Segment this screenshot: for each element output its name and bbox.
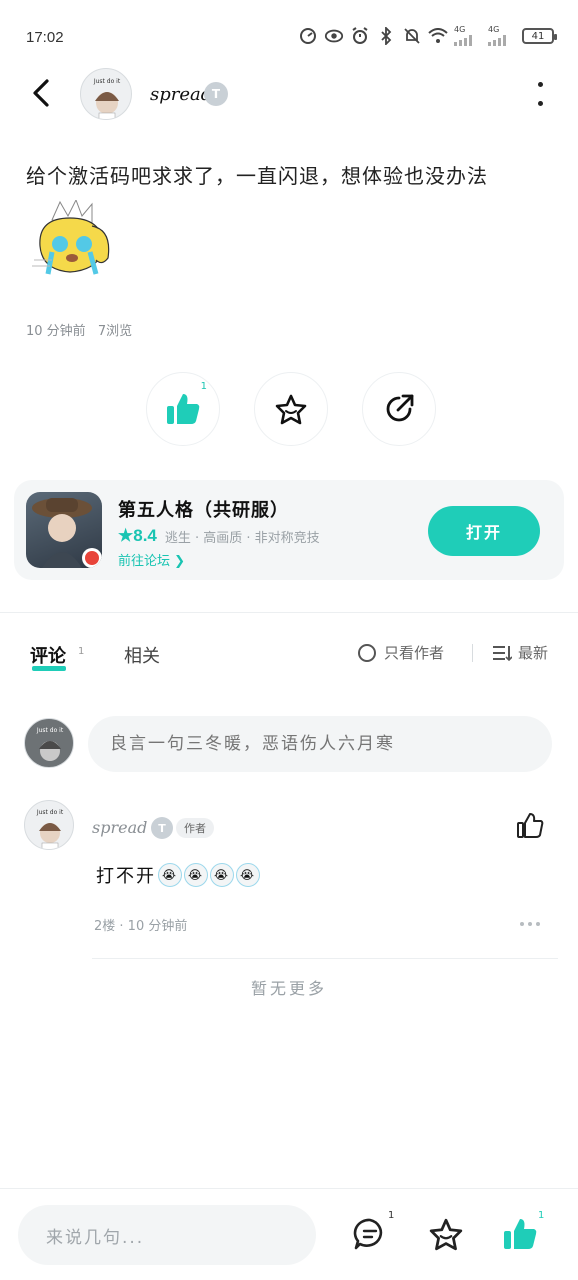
thumbs-up-icon (504, 1219, 537, 1249)
thumbs-up-icon (167, 394, 200, 424)
back-button[interactable] (24, 76, 58, 110)
comment-tabs: 评论 1 相关 只看作者 最新 (0, 640, 578, 680)
game-tags: 逃生 · 高画质 · 非对称竞技 (164, 530, 320, 546)
comments-button[interactable] (350, 1214, 390, 1254)
section-divider (0, 612, 578, 613)
alarm-icon (350, 26, 370, 46)
comment-text: 打不开 😭 😭 😭 😭 (96, 862, 260, 888)
mute-bell-icon (402, 26, 422, 46)
signal-icon-2: 4G (488, 26, 516, 46)
rating-value: 8.4 (133, 526, 157, 545)
comment-like-button[interactable] (516, 812, 544, 840)
open-game-button[interactable]: 打开 (428, 506, 540, 556)
tab-comments-count: 1 (78, 646, 85, 657)
chevron-left-icon (33, 79, 49, 107)
my-avatar: Just do it (24, 718, 74, 768)
star-icon (275, 394, 307, 425)
author-only-label: 只看作者 (384, 644, 445, 662)
battery-icon: 41 (522, 28, 557, 44)
comment-author-avatar[interactable]: Just do it (24, 800, 74, 850)
wifi-icon (428, 26, 448, 46)
game-card[interactable]: 第五人格（共研服） ★8.4 逃生 · 高画质 · 非对称竞技 前往论坛 ❯ 打… (14, 480, 564, 580)
active-tab-indicator (32, 666, 66, 671)
likes-count: 1 (538, 1210, 545, 1221)
no-more-text: 暂无更多 (250, 979, 327, 998)
like-bottom-button[interactable] (500, 1214, 540, 1254)
sort-label: 最新 (518, 644, 549, 662)
post-text: 给个激活码吧求求了，一直闪退，想体验也没办法 (26, 164, 488, 188)
dot (528, 922, 532, 926)
more-options-button[interactable] (534, 82, 546, 106)
post-meta: 10 分钟前 7浏览 (26, 320, 132, 339)
status-icons: 4G 4G 41 (298, 26, 557, 46)
favorite-bottom-button[interactable] (426, 1214, 466, 1254)
game-icon (26, 492, 102, 568)
share-icon (386, 394, 414, 422)
sort-icon (493, 645, 512, 661)
favorite-button[interactable] (254, 372, 328, 446)
dot (536, 922, 540, 926)
share-button[interactable] (362, 372, 436, 446)
crying-sticker (30, 198, 114, 286)
comment-floor-time: 2楼 · 10 分钟前 (94, 919, 188, 934)
comment-level-badge: T (151, 817, 173, 839)
dot (537, 82, 543, 87)
post-header: Just do it spread T (0, 60, 578, 130)
signal-icon-1: 4G (454, 26, 482, 46)
tab-related[interactable]: 相关 (124, 642, 160, 668)
speed-icon (298, 26, 318, 46)
radio-icon (358, 643, 376, 662)
author-name[interactable]: spread (150, 84, 212, 105)
level-badge: T (204, 82, 228, 106)
comment-text-content: 打不开 (96, 866, 156, 887)
svg-text:Just do it: Just do it (36, 727, 64, 734)
comment-author-name[interactable]: spread (92, 818, 147, 837)
star-icon (429, 1218, 463, 1251)
author-avatar[interactable]: Just do it (80, 68, 132, 120)
bottom-comment-input[interactable]: 来说几句... (18, 1205, 316, 1265)
comments-count: 1 (388, 1210, 395, 1221)
post-views: 7浏览 (97, 324, 133, 339)
tab-separator (472, 644, 473, 662)
eye-icon (324, 26, 344, 46)
bottom-divider (0, 1188, 578, 1189)
tab-comments[interactable]: 评论 (30, 642, 66, 668)
like-count: 1 (200, 381, 207, 392)
chevron-right-icon: ❯ (174, 554, 186, 569)
comment-more-button[interactable] (520, 922, 540, 926)
forum-link[interactable]: 前往论坛 ❯ (118, 550, 185, 569)
like-button[interactable]: 1 (146, 372, 220, 446)
post-time: 10 分钟前 (26, 324, 86, 339)
dot (520, 922, 524, 926)
comment-bubble-icon (353, 1218, 383, 1250)
comment-divider (92, 958, 558, 959)
network-type-2: 4G (488, 25, 500, 34)
dot (537, 101, 543, 106)
network-type-1: 4G (454, 25, 466, 34)
game-title: 第五人格（共研服） (118, 500, 289, 521)
battery-level: 41 (531, 30, 545, 42)
thumbs-up-outline-icon (517, 813, 544, 838)
svg-text:Just do it: Just do it (36, 809, 64, 816)
crying-emoji-icon: 😭 (236, 863, 260, 887)
post-actions: 1 (146, 372, 436, 446)
sort-button[interactable]: 最新 (492, 642, 548, 663)
crying-emoji-icon: 😭 (158, 863, 182, 887)
bluetooth-icon (376, 26, 396, 46)
crying-emoji-icon: 😭 (210, 863, 234, 887)
game-rating: ★8.4 (118, 526, 157, 545)
author-tag: 作者 (176, 818, 214, 838)
crying-emoji-icon: 😭 (184, 863, 208, 887)
status-time: 17:02 (26, 29, 64, 46)
forum-link-label: 前往论坛 (118, 554, 171, 569)
svg-text:Just do it: Just do it (93, 78, 121, 85)
author-only-toggle[interactable]: 只看作者 (358, 642, 444, 663)
game-info: ★8.4 逃生 · 高画质 · 非对称竞技 (118, 526, 320, 546)
comment-input[interactable] (88, 716, 552, 772)
